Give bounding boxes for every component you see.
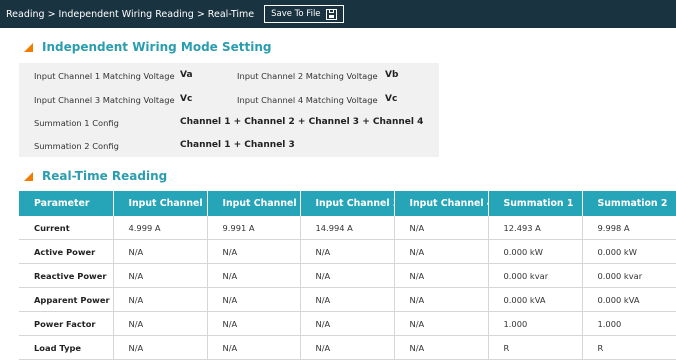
save-to-file-button[interactable]: Save To File [264,5,344,23]
table-cell: 14.994 A [300,216,395,240]
column-header: Input Channel 2 [207,191,301,216]
column-header: Summation 1 [488,191,583,216]
table-cell: 0.000 kvar [582,263,676,288]
ch3-voltage-label: Input Channel 3 Matching Voltage [34,95,175,105]
save-button-label: Save To File [271,9,321,19]
summation1-config-value: Channel 1 + Channel 2 + Channel 3 + Chan… [180,117,424,127]
table-cell: N/A [394,263,489,288]
top-bar: Reading > Independent Wiring Reading > R… [0,0,676,28]
parameter-cell: Current [19,216,114,240]
table-cell: N/A [113,287,208,312]
summation2-config-value: Channel 1 + Channel 3 [180,140,295,150]
parameter-cell: Load Type [19,335,114,360]
table-cell: R [582,335,676,360]
table-cell: N/A [113,335,208,360]
column-header: Parameter [19,191,114,216]
parameter-cell: Reactive Power [19,263,114,288]
section-marker-icon [24,171,33,181]
table-cell: N/A [300,335,395,360]
table-cell: 1.000 [582,311,676,336]
table-header-row: Parameter Input Channel 1 Input Channel … [19,191,676,216]
settings-section-title: Independent Wiring Mode Setting [24,40,271,54]
table-cell: N/A [207,239,301,264]
realtime-table: Parameter Input Channel 1 Input Channel … [19,191,676,360]
table-cell: N/A [207,263,301,288]
table-cell: 4.999 A [113,216,208,240]
table-row: Load Type N/A N/A N/A N/A R R [19,335,676,360]
section-marker-icon [24,42,33,52]
table-cell: 9.998 A [582,216,676,240]
column-header: Input Channel 3 [300,191,395,216]
ch1-voltage-value: Va [180,70,193,80]
table-cell: 0.000 kvar [488,263,583,288]
floppy-disk-icon [325,8,337,20]
table-cell: 0.000 kVA [582,287,676,312]
table-cell: N/A [394,287,489,312]
parameter-cell: Apparent Power [19,287,114,312]
table-cell: 0.000 kVA [488,287,583,312]
ch2-voltage-label: Input Channel 2 Matching Voltage [237,71,378,81]
table-cell: R [488,335,583,360]
table-cell: N/A [300,239,395,264]
table-cell: 1.000 [488,311,583,336]
table-row: Power Factor N/A N/A N/A N/A 1.000 1.000 [19,311,676,336]
table-row: Current 4.999 A 9.991 A 14.994 A N/A 12.… [19,216,676,240]
table-cell: 9.991 A [207,216,301,240]
table-cell: N/A [394,239,489,264]
parameter-cell: Power Factor [19,311,114,336]
table-cell: N/A [300,263,395,288]
realtime-section-title: Real-Time Reading [24,169,167,183]
table-cell: N/A [207,335,301,360]
column-header: Input Channel 1 [113,191,208,216]
table-cell: N/A [394,335,489,360]
table-cell: N/A [207,287,301,312]
table-row: Apparent Power N/A N/A N/A N/A 0.000 kVA… [19,287,676,312]
table-row: Active Power N/A N/A N/A N/A 0.000 kW 0.… [19,239,676,264]
ch4-voltage-label: Input Channel 4 Matching Voltage [237,95,378,105]
breadcrumb: Reading > Independent Wiring Reading > R… [6,8,255,20]
table-cell: 0.000 kW [488,239,583,264]
table-cell: 12.493 A [488,216,583,240]
ch4-voltage-value: Vc [385,94,398,104]
table-row: Reactive Power N/A N/A N/A N/A 0.000 kva… [19,263,676,288]
ch3-voltage-value: Vc [180,94,193,104]
realtime-title-text: Real-Time Reading [42,169,168,183]
summation1-config-label: Summation 1 Config [34,118,119,128]
table-cell: N/A [394,216,489,240]
settings-panel: Input Channel 1 Matching Voltage Va Inpu… [19,63,439,157]
column-header: Summation 2 [582,191,676,216]
parameter-cell: Active Power [19,239,114,264]
summation2-config-label: Summation 2 Config [34,141,119,151]
table-cell: N/A [300,287,395,312]
table-cell: N/A [113,239,208,264]
table-cell: 0.000 kW [582,239,676,264]
table-cell: N/A [113,311,208,336]
table-cell: N/A [394,311,489,336]
ch1-voltage-label: Input Channel 1 Matching Voltage [34,71,175,81]
ch2-voltage-value: Vb [385,70,399,80]
settings-title-text: Independent Wiring Mode Setting [42,40,272,54]
table-cell: N/A [207,311,301,336]
table-cell: N/A [300,311,395,336]
column-header: Input Channel 4 [394,191,489,216]
table-cell: N/A [113,263,208,288]
